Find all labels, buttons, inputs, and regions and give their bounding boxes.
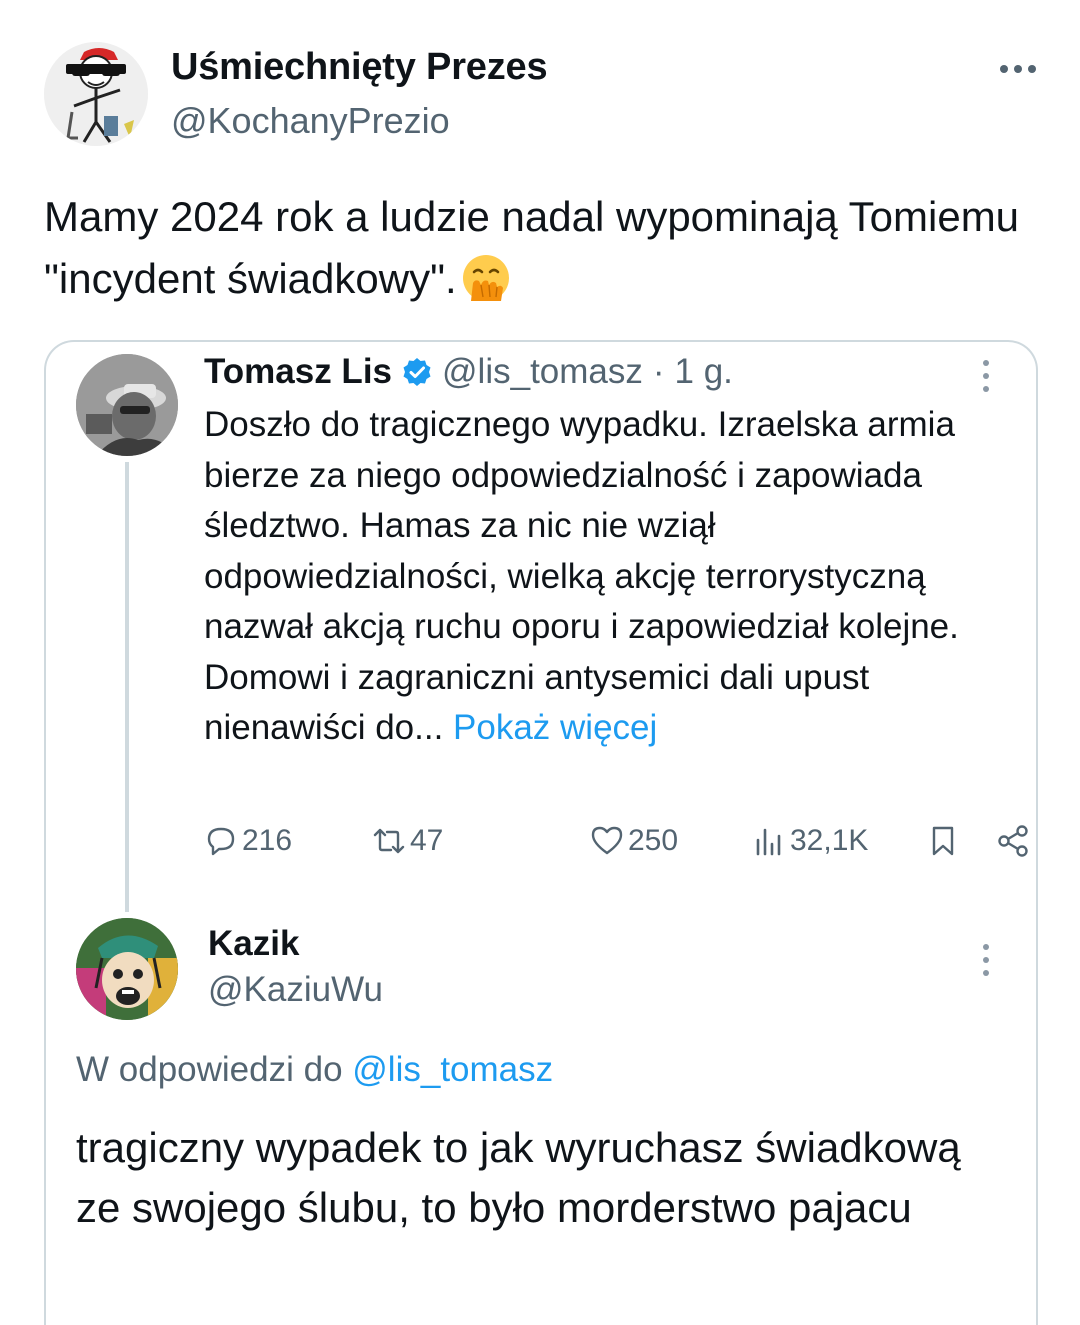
- face-with-hand-over-mouth-icon: [462, 255, 509, 301]
- quoted-author-handle[interactable]: @lis_tomasz: [442, 352, 643, 392]
- reply-author-name[interactable]: Kazik: [208, 924, 299, 964]
- reply-count: 216: [242, 824, 293, 857]
- reply-context: W odpowiedzi do @lis_tomasz: [76, 1050, 553, 1090]
- quoted-header: Tomasz Lis @lis_tomasz · 1 g.: [204, 352, 733, 392]
- avatar-photo: [76, 354, 178, 456]
- quoted-text-content: Doszło do tragicznego wypadku. Izraelska…: [204, 405, 959, 747]
- separator-dot: ·: [652, 352, 665, 391]
- share-button[interactable]: [996, 824, 1030, 858]
- views-button[interactable]: 32,1K: [752, 824, 868, 858]
- reply-text: tragiczny wypadek to jak wyruchasz świad…: [76, 1124, 961, 1231]
- views-count: 32,1K: [790, 824, 869, 857]
- tweet-text-content: Mamy 2024 rok a ludzie nadal wypominają …: [44, 193, 1020, 302]
- bookmark-button[interactable]: [926, 824, 960, 858]
- retweet-count: 47: [410, 824, 444, 857]
- reply-author-handle[interactable]: @KaziuWu: [208, 970, 383, 1010]
- reply-to-handle-link[interactable]: @lis_tomasz: [352, 1050, 553, 1089]
- views-chart-icon: [756, 828, 781, 856]
- verified-badge-icon: [403, 358, 431, 386]
- avatar-illustration: [76, 918, 178, 1020]
- retweet-button[interactable]: 47: [372, 824, 443, 858]
- embedded-screenshot-card: Tomasz Lis @lis_tomasz · 1 g. Doszło do …: [44, 340, 1038, 1325]
- quoted-more-options-icon[interactable]: [980, 360, 992, 392]
- bookmark-icon: [932, 826, 954, 856]
- quoted-text: Doszło do tragicznego wypadku. Izraelska…: [204, 400, 994, 754]
- reply-context-prefix: W odpowiedzi do: [76, 1050, 343, 1089]
- quoted-author-avatar[interactable]: [76, 354, 178, 456]
- reply-button[interactable]: 216: [204, 824, 292, 858]
- avatar-illustration: [44, 42, 148, 146]
- show-more-link[interactable]: Pokaż więcej: [453, 708, 657, 747]
- reply-more-options-icon[interactable]: [980, 944, 992, 976]
- retweet-icon: [373, 828, 405, 854]
- like-button[interactable]: 250: [590, 824, 678, 858]
- quoted-timestamp[interactable]: 1 g.: [675, 352, 733, 392]
- author-avatar[interactable]: [44, 42, 148, 146]
- reply-icon: [207, 827, 235, 856]
- author-handle[interactable]: @KochanyPrezio: [171, 100, 450, 142]
- tweet-text: Mamy 2024 rok a ludzie nadal wypominają …: [44, 186, 1044, 310]
- like-count: 250: [628, 824, 679, 857]
- reply-author-avatar[interactable]: [76, 918, 178, 1020]
- quoted-author-name[interactable]: Tomasz Lis: [204, 352, 392, 392]
- author-name[interactable]: Uśmiechnięty Prezes: [171, 46, 548, 89]
- more-options-icon[interactable]: [988, 52, 1048, 86]
- share-icon: [998, 825, 1028, 857]
- action-bar: 216 47 250 32,1K: [204, 824, 1028, 868]
- thread-line: [125, 462, 129, 912]
- heart-icon: [591, 826, 623, 855]
